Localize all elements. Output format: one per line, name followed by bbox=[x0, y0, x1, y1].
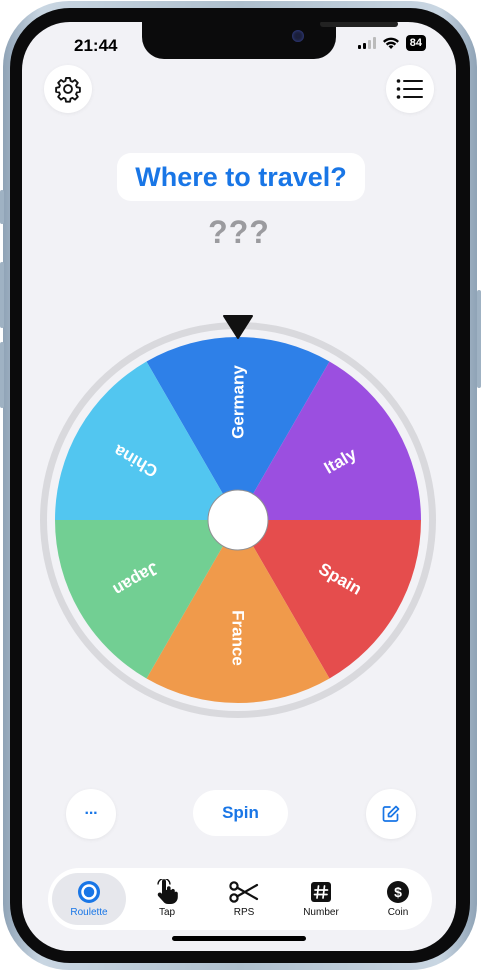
coin-icon: $ bbox=[387, 881, 409, 903]
volume-down-button bbox=[0, 342, 4, 408]
result-text: ??? bbox=[208, 214, 270, 250]
edit-square-icon bbox=[382, 805, 400, 822]
more-dots-icon: ··· bbox=[84, 805, 99, 822]
wheel-label-france: France bbox=[229, 610, 248, 666]
list-button[interactable] bbox=[386, 65, 434, 113]
spin-button[interactable]: Spin bbox=[193, 790, 288, 836]
roulette-wheel[interactable]: GermanyItalySpainFranceJapanChina bbox=[38, 312, 438, 722]
tab-label-roulette: Roulette bbox=[70, 907, 108, 918]
battery-indicator: 84 bbox=[405, 35, 426, 51]
cellular-signal-icon bbox=[357, 37, 376, 49]
tab-roulette[interactable]: Roulette bbox=[52, 873, 126, 925]
action-button bbox=[0, 190, 4, 224]
speaker bbox=[320, 22, 398, 27]
tap-hand-icon bbox=[157, 879, 178, 904]
wifi-icon bbox=[382, 37, 399, 49]
tab-tap[interactable]: Tap bbox=[130, 873, 204, 925]
app-screen: 21:44 84 Where to travel? ??? Germany It… bbox=[22, 22, 456, 951]
front-camera bbox=[292, 30, 304, 42]
tab-coin[interactable]: $ Coin bbox=[361, 873, 435, 925]
wheel-label-germany: Germany bbox=[229, 365, 248, 439]
roulette-icon bbox=[78, 881, 100, 903]
hash-icon bbox=[311, 882, 331, 902]
power-button bbox=[477, 290, 481, 388]
list-icon bbox=[396, 79, 423, 99]
status-time: 21:44 bbox=[74, 36, 118, 55]
tab-rps[interactable]: RPS bbox=[207, 873, 281, 925]
tab-label-coin: Coin bbox=[387, 907, 409, 918]
more-button[interactable]: ··· bbox=[66, 789, 116, 839]
edit-button[interactable] bbox=[366, 789, 416, 839]
roulette-title[interactable]: Where to travel? bbox=[117, 153, 365, 201]
tab-label-rps: RPS bbox=[233, 907, 255, 918]
tab-bar: Roulette Tap RPS Number $ Coin bbox=[48, 868, 432, 930]
tab-number[interactable]: Number bbox=[284, 873, 358, 925]
gear-icon bbox=[55, 76, 81, 103]
status-icons: 84 bbox=[357, 35, 426, 51]
tab-label-number: Number bbox=[303, 907, 339, 918]
notch bbox=[142, 22, 398, 59]
svg-text:$: $ bbox=[394, 884, 402, 900]
tab-label-tap: Tap bbox=[158, 907, 176, 918]
volume-up-button bbox=[0, 262, 4, 328]
settings-button[interactable] bbox=[44, 65, 92, 113]
wheel-center-hub[interactable] bbox=[207, 489, 269, 551]
scissors-icon bbox=[229, 881, 259, 903]
home-indicator bbox=[172, 936, 306, 941]
